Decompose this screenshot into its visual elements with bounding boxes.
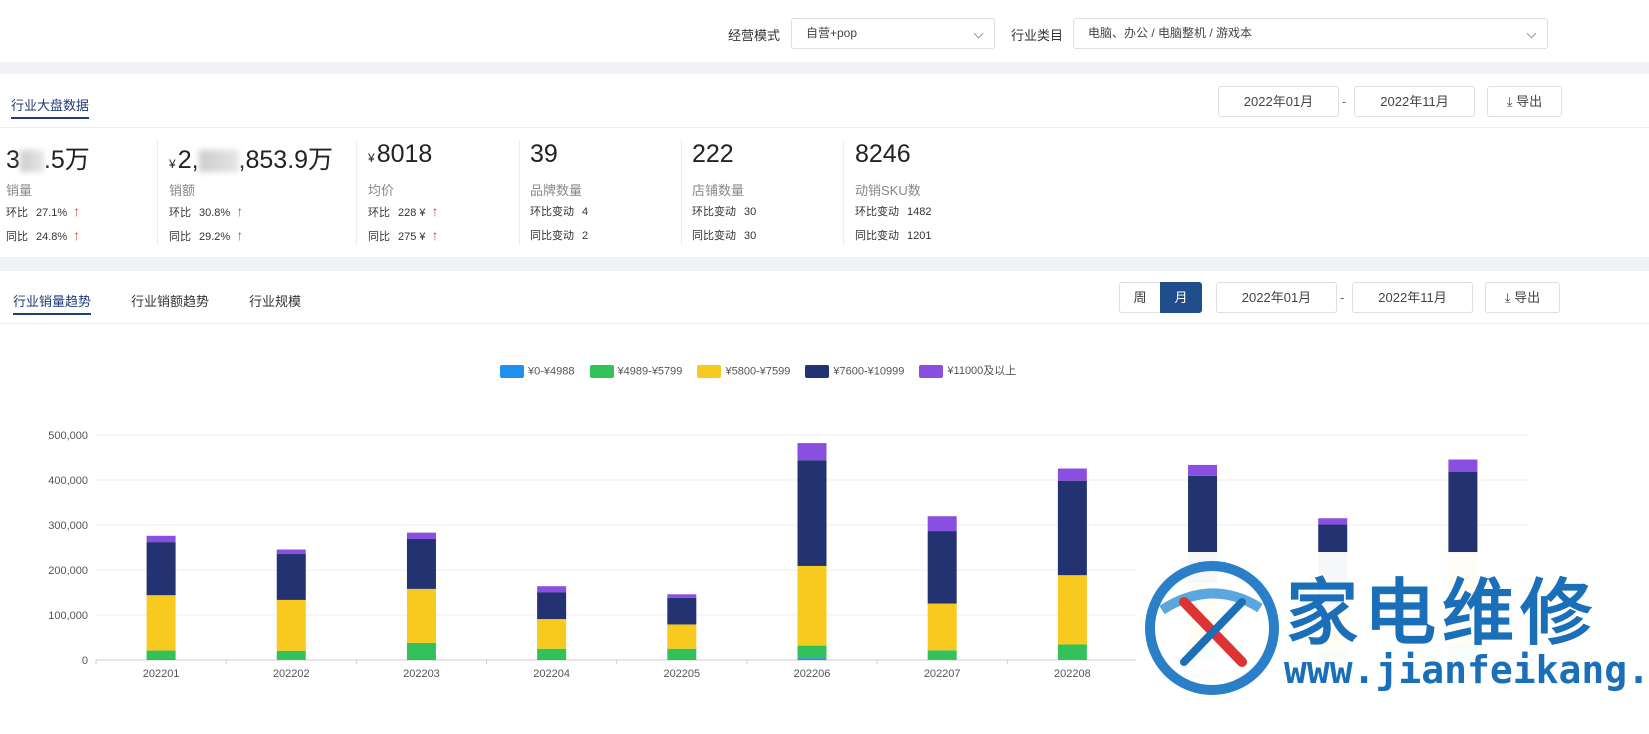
metric-value: ¥2, ,853.9万 bbox=[169, 146, 334, 174]
metric-value: 39 bbox=[530, 140, 558, 168]
export-label: 导出 bbox=[1514, 290, 1541, 305]
metric-yoy: 同比变动 2 bbox=[530, 230, 589, 242]
divider bbox=[681, 140, 682, 245]
metric-mom: 环比变动 30 bbox=[692, 206, 757, 218]
watermark-text: 家电维修 bbox=[1286, 570, 1599, 655]
category-label: 行业类目 bbox=[1011, 28, 1064, 43]
masked-digits bbox=[198, 150, 239, 173]
metric-label: 品牌数量 bbox=[530, 183, 583, 198]
masked-digits bbox=[19, 150, 44, 173]
chevron-down-icon bbox=[973, 28, 984, 39]
metric-yoy: 同比 29.2% ↑ bbox=[169, 227, 244, 243]
filter-bar: 经营模式 自营+pop 行业类目 电脑、办公 / 电脑整机 / 游戏本 bbox=[0, 0, 1649, 62]
mode-select-value: 自营+pop bbox=[806, 26, 858, 40]
metric-value: 222 bbox=[692, 140, 734, 168]
metric-yoy: 同比 24.8% ↑ bbox=[6, 227, 81, 243]
divider bbox=[843, 140, 844, 245]
watermark-url: www.jianfeikang.com bbox=[1284, 648, 1649, 692]
mode-label: 经营模式 bbox=[728, 28, 781, 43]
overview-start-date[interactable]: 2022年01月 bbox=[1218, 86, 1339, 117]
overview-title[interactable]: 行业大盘数据 bbox=[11, 95, 90, 119]
metric-mom: 环比 228 ¥ ↑ bbox=[368, 203, 439, 219]
legend-item[interactable]: ¥4989-¥5799 bbox=[589, 364, 682, 378]
metric-shop-count: 222 店铺数量 环比变动 30 同比变动 30 bbox=[686, 140, 844, 250]
tab-industry-scale[interactable]: 行业规模 bbox=[249, 291, 301, 310]
metric-value: 3.5万 bbox=[6, 146, 90, 174]
metric-mom: 环比变动 1482 bbox=[855, 206, 932, 218]
toggle-week[interactable]: 周 bbox=[1119, 282, 1161, 313]
download-icon: ⤓ bbox=[1506, 94, 1513, 109]
legend-swatch bbox=[500, 364, 524, 378]
divider bbox=[0, 127, 1649, 128]
tab-sales-amount-trend[interactable]: 行业销额趋势 bbox=[131, 291, 209, 310]
metric-mom: 环比 27.1% ↑ bbox=[6, 203, 81, 219]
metric-sales-amount: ¥2, ,853.9万 销额 环比 30.8% ↑ 同比 29.2% ↑ bbox=[163, 140, 357, 250]
divider bbox=[157, 140, 158, 245]
metric-brand-count: 39 品牌数量 环比变动 4 同比变动 2 bbox=[524, 140, 682, 250]
legend-item[interactable]: ¥5800-¥7599 bbox=[697, 364, 790, 378]
date-separator: - bbox=[1340, 290, 1345, 305]
legend-item[interactable]: ¥7600-¥10999 bbox=[805, 364, 904, 378]
metric-label: 销量 bbox=[6, 183, 33, 198]
metric-yoy: 同比变动 1201 bbox=[855, 230, 932, 242]
arrow-up-icon: ↑ bbox=[236, 203, 244, 219]
metric-label: 店铺数量 bbox=[692, 183, 745, 198]
legend-item[interactable]: ¥0-¥4988 bbox=[500, 364, 575, 378]
legend-swatch bbox=[805, 364, 830, 378]
divider bbox=[0, 323, 1649, 324]
legend-item[interactable]: ¥11000及以上 bbox=[919, 362, 1016, 378]
metric-value: 8246 bbox=[855, 140, 911, 168]
tab-sales-volume-trend[interactable]: 行业销量趋势 bbox=[13, 291, 92, 315]
download-icon: ⤓ bbox=[1504, 290, 1511, 305]
trend-end-date[interactable]: 2022年11月 bbox=[1352, 282, 1473, 313]
arrow-up-icon: ↑ bbox=[431, 227, 439, 243]
metric-mom: 环比 30.8% ↑ bbox=[169, 203, 244, 219]
metric-sku-count: 8246 动销SKU数 环比变动 1482 同比变动 1201 bbox=[849, 140, 1049, 250]
overview-export-button[interactable]: ⤓ 导出 bbox=[1487, 86, 1562, 117]
arrow-up-icon: ↑ bbox=[236, 227, 244, 243]
repair-logo-icon bbox=[1145, 561, 1279, 695]
divider bbox=[519, 140, 520, 245]
mode-select[interactable]: 自营+pop bbox=[791, 18, 995, 49]
legend-swatch bbox=[589, 364, 614, 378]
metric-value: ¥8018 bbox=[368, 140, 433, 168]
divider bbox=[356, 140, 357, 245]
arrow-up-icon: ↑ bbox=[431, 203, 439, 219]
metric-label: 均价 bbox=[368, 183, 395, 198]
metric-avg-price: ¥8018 均价 环比 228 ¥ ↑ 同比 275 ¥ ↑ bbox=[362, 140, 520, 250]
metric-yoy: 同比变动 30 bbox=[692, 230, 757, 242]
legend-swatch bbox=[697, 364, 722, 378]
export-label: 导出 bbox=[1516, 94, 1543, 109]
metric-sales-volume: 3.5万 销量 环比 27.1% ↑ 同比 24.8% ↑ bbox=[0, 140, 158, 250]
overview-end-date[interactable]: 2022年11月 bbox=[1354, 86, 1475, 117]
metric-mom: 环比变动 4 bbox=[530, 206, 589, 218]
trend-start-date[interactable]: 2022年01月 bbox=[1216, 282, 1337, 313]
metric-label: 销额 bbox=[169, 183, 196, 198]
chart-legend: ¥0-¥4988 ¥4989-¥5799 ¥5800-¥7599 ¥7600-¥… bbox=[500, 362, 1028, 378]
toggle-month[interactable]: 月 bbox=[1160, 282, 1202, 313]
chevron-down-icon bbox=[1526, 28, 1537, 39]
category-select[interactable]: 电脑、办公 / 电脑整机 / 游戏本 bbox=[1073, 18, 1548, 49]
metric-label: 动销SKU数 bbox=[855, 183, 921, 198]
date-separator: - bbox=[1342, 94, 1347, 109]
trend-export-button[interactable]: ⤓ 导出 bbox=[1485, 282, 1560, 313]
watermark: 家电维修 www.jianfeikang.com bbox=[1136, 552, 1649, 734]
legend-swatch bbox=[919, 364, 944, 378]
category-select-value: 电脑、办公 / 电脑整机 / 游戏本 bbox=[1088, 26, 1253, 40]
arrow-up-icon: ↑ bbox=[73, 227, 81, 243]
metric-yoy: 同比 275 ¥ ↑ bbox=[368, 227, 439, 243]
arrow-up-icon: ↑ bbox=[73, 203, 81, 219]
